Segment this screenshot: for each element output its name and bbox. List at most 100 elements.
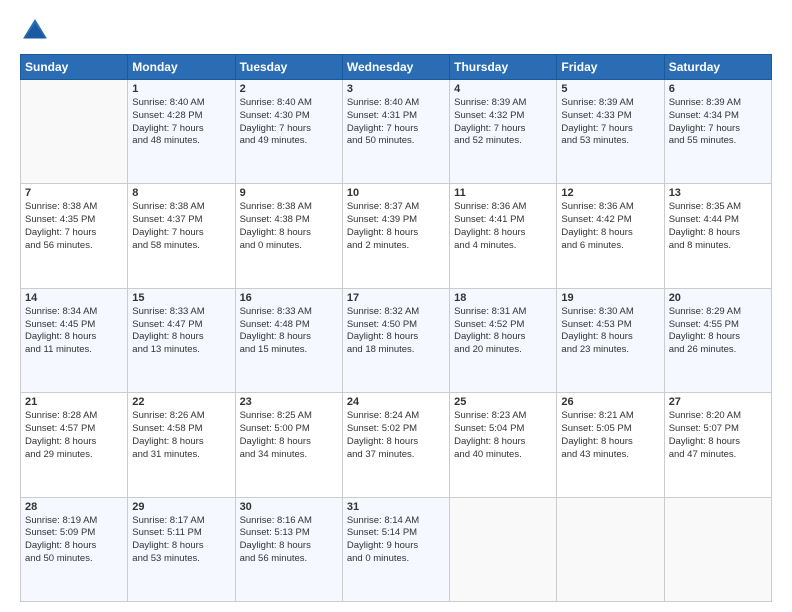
day-info: Sunrise: 8:38 AM Sunset: 4:37 PM Dayligh… <box>132 201 230 252</box>
day-info: Sunrise: 8:40 AM Sunset: 4:30 PM Dayligh… <box>240 97 338 148</box>
day-number: 14 <box>25 292 123 304</box>
calendar-cell: 24 Sunrise: 8:24 AM Sunset: 5:02 PM Dayli… <box>342 393 449 497</box>
day-info: Sunrise: 8:36 AM Sunset: 4:41 PM Dayligh… <box>454 201 552 252</box>
calendar-cell: 21Sunrise: 8:28 AM Sunset: 4:57 PM Dayli… <box>21 393 128 497</box>
day-info: Sunrise: 8:21 AM Sunset: 5:05 PM Dayligh… <box>561 410 659 461</box>
calendar-week-row: 28 Sunrise: 8:19 AM Sunset: 5:09 PM Dayli… <box>21 497 772 601</box>
calendar-day-header: Sunday <box>21 55 128 80</box>
calendar-cell <box>557 497 664 601</box>
day-info: Sunrise: 8:32 AM Sunset: 4:50 PM Dayligh… <box>347 306 445 357</box>
calendar-cell: 16 Sunrise: 8:33 AM Sunset: 4:48 PM Dayli… <box>235 288 342 392</box>
calendar-cell: 19 Sunrise: 8:30 AM Sunset: 4:53 PM Dayli… <box>557 288 664 392</box>
calendar-cell: 10 Sunrise: 8:37 AM Sunset: 4:39 PM Dayli… <box>342 184 449 288</box>
calendar-cell: 18 Sunrise: 8:31 AM Sunset: 4:52 PM Dayli… <box>450 288 557 392</box>
day-info: Sunrise: 8:38 AM Sunset: 4:35 PM Dayligh… <box>25 201 123 252</box>
day-info: Sunrise: 8:20 AM Sunset: 5:07 PM Dayligh… <box>669 410 767 461</box>
day-number: 19 <box>561 292 659 304</box>
day-info: Sunrise: 8:40 AM Sunset: 4:31 PM Dayligh… <box>347 97 445 148</box>
calendar-cell: 31 Sunrise: 8:14 AM Sunset: 5:14 PM Dayli… <box>342 497 449 601</box>
calendar-cell: 12 Sunrise: 8:36 AM Sunset: 4:42 PM Dayli… <box>557 184 664 288</box>
calendar-cell: 20 Sunrise: 8:29 AM Sunset: 4:55 PM Dayli… <box>664 288 771 392</box>
day-number: 11 <box>454 187 552 199</box>
calendar-cell: 14 Sunrise: 8:34 AM Sunset: 4:45 PM Dayli… <box>21 288 128 392</box>
day-info: Sunrise: 8:40 AM Sunset: 4:28 PM Dayligh… <box>132 97 230 148</box>
day-info: Sunrise: 8:17 AM Sunset: 5:11 PM Dayligh… <box>132 515 230 566</box>
day-number: 22 <box>132 396 230 408</box>
calendar-header-row: SundayMondayTuesdayWednesdayThursdayFrid… <box>21 55 772 80</box>
calendar-cell: 9 Sunrise: 8:38 AM Sunset: 4:38 PM Daylig… <box>235 184 342 288</box>
day-number: 7 <box>25 187 123 199</box>
calendar-cell: 4 Sunrise: 8:39 AM Sunset: 4:32 PM Daylig… <box>450 80 557 184</box>
day-info: Sunrise: 8:33 AM Sunset: 4:47 PM Dayligh… <box>132 306 230 357</box>
day-info: Sunrise: 8:30 AM Sunset: 4:53 PM Dayligh… <box>561 306 659 357</box>
day-number: 10 <box>347 187 445 199</box>
day-info: Sunrise: 8:16 AM Sunset: 5:13 PM Dayligh… <box>240 515 338 566</box>
day-number: 16 <box>240 292 338 304</box>
day-info: Sunrise: 8:33 AM Sunset: 4:48 PM Dayligh… <box>240 306 338 357</box>
calendar-cell: 25 Sunrise: 8:23 AM Sunset: 5:04 PM Dayli… <box>450 393 557 497</box>
day-info: Sunrise: 8:34 AM Sunset: 4:45 PM Dayligh… <box>25 306 123 357</box>
calendar-cell <box>450 497 557 601</box>
calendar-day-header: Monday <box>128 55 235 80</box>
day-number: 28 <box>25 501 123 513</box>
day-number: 9 <box>240 187 338 199</box>
calendar-week-row: 7 Sunrise: 8:38 AM Sunset: 4:35 PM Daylig… <box>21 184 772 288</box>
calendar-day-header: Wednesday <box>342 55 449 80</box>
calendar-cell: 29 Sunrise: 8:17 AM Sunset: 5:11 PM Dayli… <box>128 497 235 601</box>
day-number: 20 <box>669 292 767 304</box>
day-info: Sunrise: 8:39 AM Sunset: 4:32 PM Dayligh… <box>454 97 552 148</box>
day-number: 24 <box>347 396 445 408</box>
calendar-cell: 6Sunrise: 8:39 AM Sunset: 4:34 PM Daylig… <box>664 80 771 184</box>
calendar-day-header: Thursday <box>450 55 557 80</box>
day-info: Sunrise: 8:29 AM Sunset: 4:55 PM Dayligh… <box>669 306 767 357</box>
day-number: 26 <box>561 396 659 408</box>
day-info: Sunrise: 8:24 AM Sunset: 5:02 PM Dayligh… <box>347 410 445 461</box>
day-info: Sunrise: 8:36 AM Sunset: 4:42 PM Dayligh… <box>561 201 659 252</box>
day-number: 23 <box>240 396 338 408</box>
calendar-cell: 26 Sunrise: 8:21 AM Sunset: 5:05 PM Dayli… <box>557 393 664 497</box>
calendar-week-row: 14 Sunrise: 8:34 AM Sunset: 4:45 PM Dayli… <box>21 288 772 392</box>
calendar-cell: 3 Sunrise: 8:40 AM Sunset: 4:31 PM Daylig… <box>342 80 449 184</box>
day-info: Sunrise: 8:23 AM Sunset: 5:04 PM Dayligh… <box>454 410 552 461</box>
day-number: 27 <box>669 396 767 408</box>
day-info: Sunrise: 8:25 AM Sunset: 5:00 PM Dayligh… <box>240 410 338 461</box>
calendar-cell: 17 Sunrise: 8:32 AM Sunset: 4:50 PM Dayli… <box>342 288 449 392</box>
calendar-day-header: Friday <box>557 55 664 80</box>
day-info: Sunrise: 8:31 AM Sunset: 4:52 PM Dayligh… <box>454 306 552 357</box>
day-info: Sunrise: 8:19 AM Sunset: 5:09 PM Dayligh… <box>25 515 123 566</box>
calendar-cell: 23 Sunrise: 8:25 AM Sunset: 5:00 PM Dayli… <box>235 393 342 497</box>
page: SundayMondayTuesdayWednesdayThursdayFrid… <box>0 0 792 612</box>
day-number: 1 <box>132 83 230 95</box>
day-number: 31 <box>347 501 445 513</box>
calendar-cell: 7 Sunrise: 8:38 AM Sunset: 4:35 PM Daylig… <box>21 184 128 288</box>
day-number: 4 <box>454 83 552 95</box>
calendar-cell: 27 Sunrise: 8:20 AM Sunset: 5:07 PM Dayli… <box>664 393 771 497</box>
day-number: 25 <box>454 396 552 408</box>
calendar-week-row: 21Sunrise: 8:28 AM Sunset: 4:57 PM Dayli… <box>21 393 772 497</box>
day-info: Sunrise: 8:14 AM Sunset: 5:14 PM Dayligh… <box>347 515 445 566</box>
day-info: Sunrise: 8:38 AM Sunset: 4:38 PM Dayligh… <box>240 201 338 252</box>
day-number: 21 <box>25 396 123 408</box>
day-info: Sunrise: 8:26 AM Sunset: 4:58 PM Dayligh… <box>132 410 230 461</box>
day-info: Sunrise: 8:39 AM Sunset: 4:34 PM Dayligh… <box>669 97 767 148</box>
day-number: 13 <box>669 187 767 199</box>
day-number: 18 <box>454 292 552 304</box>
calendar-cell: 13Sunrise: 8:35 AM Sunset: 4:44 PM Dayli… <box>664 184 771 288</box>
day-info: Sunrise: 8:39 AM Sunset: 4:33 PM Dayligh… <box>561 97 659 148</box>
calendar-cell <box>664 497 771 601</box>
day-info: Sunrise: 8:37 AM Sunset: 4:39 PM Dayligh… <box>347 201 445 252</box>
logo <box>20 16 54 46</box>
calendar-table: SundayMondayTuesdayWednesdayThursdayFrid… <box>20 54 772 602</box>
calendar-cell: 15Sunrise: 8:33 AM Sunset: 4:47 PM Dayli… <box>128 288 235 392</box>
day-number: 29 <box>132 501 230 513</box>
day-number: 3 <box>347 83 445 95</box>
logo-icon <box>20 16 50 46</box>
day-number: 30 <box>240 501 338 513</box>
header <box>20 16 772 46</box>
calendar-day-header: Saturday <box>664 55 771 80</box>
calendar-week-row: 1 Sunrise: 8:40 AM Sunset: 4:28 PM Daylig… <box>21 80 772 184</box>
calendar-cell: 22 Sunrise: 8:26 AM Sunset: 4:58 PM Dayli… <box>128 393 235 497</box>
day-number: 17 <box>347 292 445 304</box>
day-number: 12 <box>561 187 659 199</box>
calendar-cell: 8Sunrise: 8:38 AM Sunset: 4:37 PM Daylig… <box>128 184 235 288</box>
